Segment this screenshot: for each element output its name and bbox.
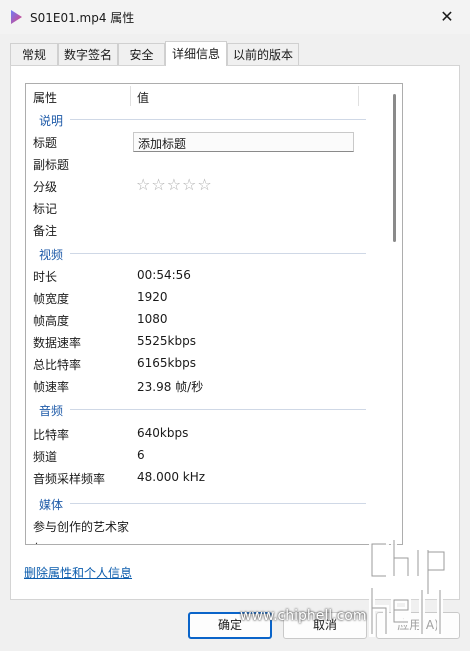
star-icon[interactable]: ☆ [151,175,166,194]
property-label: 备注 [33,224,58,238]
close-button[interactable]: ✕ [424,0,470,34]
scrollbar-thumb[interactable] [393,94,396,242]
property-label: 比特率 [33,428,70,442]
rating-stars[interactable]: ☆☆☆☆☆ [136,175,213,194]
section-divider [70,503,366,504]
section-divider [70,119,366,120]
details-panel: 属性 值 说明 标题 添加标题 副标题 分级 ☆☆☆☆☆ 标记 备注 视频 时长… [10,65,460,600]
tab-digital-signature[interactable]: 数字签名 [58,43,118,65]
tab-previous-versions[interactable]: 以前的版本 [227,43,299,65]
title-bar: S01E01.mp4 属性 ✕ [0,0,470,34]
list-header: 属性 值 [26,84,388,108]
section-media: 媒体 [39,498,64,512]
star-icon[interactable]: ☆ [197,175,212,194]
tab-general[interactable]: 常规 [10,43,58,65]
watermark-url: www.chiphell.com [240,608,367,624]
property-label: 帧速率 [33,380,70,394]
property-value: 5525kbps [137,334,196,348]
property-value: 1920 [137,290,168,304]
section-description: 说明 [39,114,64,128]
tab-bar: 常规 数字签名 安全 详细信息 以前的版本 [10,41,460,66]
column-divider[interactable] [130,86,131,106]
property-value: 00:54:56 [137,268,191,282]
column-header-property[interactable]: 属性 [33,89,57,106]
title-field[interactable]: 添加标题 [133,132,354,152]
property-label: 副标题 [33,158,70,172]
property-value: 48.000 kHz [137,470,206,484]
property-value: 6 [137,448,145,462]
tab-details[interactable]: 详细信息 [165,41,227,66]
property-label: 数据速率 [33,336,82,350]
property-value: 6165kbps [137,356,196,370]
tab-security[interactable]: 安全 [118,43,165,65]
property-value: 23.98 帧/秒 [137,380,204,394]
column-header-value[interactable]: 值 [137,89,149,106]
window-title: S01E01.mp4 属性 [30,11,135,25]
property-label: 音频采样频率 [33,472,106,486]
star-icon[interactable]: ☆ [182,175,197,194]
property-label: 频道 [33,450,58,464]
property-label: 标题 [33,136,58,150]
section-video: 视频 [39,248,64,262]
property-list[interactable]: 属性 值 说明 标题 添加标题 副标题 分级 ☆☆☆☆☆ 标记 备注 视频 时长… [25,83,403,545]
property-label: 分级 [33,180,58,194]
media-player-icon [11,10,22,24]
property-label: 标记 [33,202,58,216]
property-label: 总比特率 [33,358,82,372]
property-value: 1080 [137,312,168,326]
property-label: 年 [33,540,45,544]
property-label: 帧高度 [33,314,70,328]
star-icon[interactable]: ☆ [136,175,151,194]
property-label: 参与创作的艺术家 [33,520,130,534]
section-divider [70,253,366,254]
property-value: 640kbps [137,426,189,440]
column-divider[interactable] [358,86,359,106]
property-label: 帧宽度 [33,292,70,306]
section-divider [70,409,366,410]
remove-properties-link[interactable]: 删除属性和个人信息 [24,564,132,581]
vertical-scrollbar[interactable] [388,84,402,544]
star-icon[interactable]: ☆ [167,175,182,194]
section-audio: 音频 [39,404,64,418]
property-label: 时长 [33,270,58,284]
close-icon: ✕ [440,7,454,26]
chiphell-logo-icon [369,537,447,637]
